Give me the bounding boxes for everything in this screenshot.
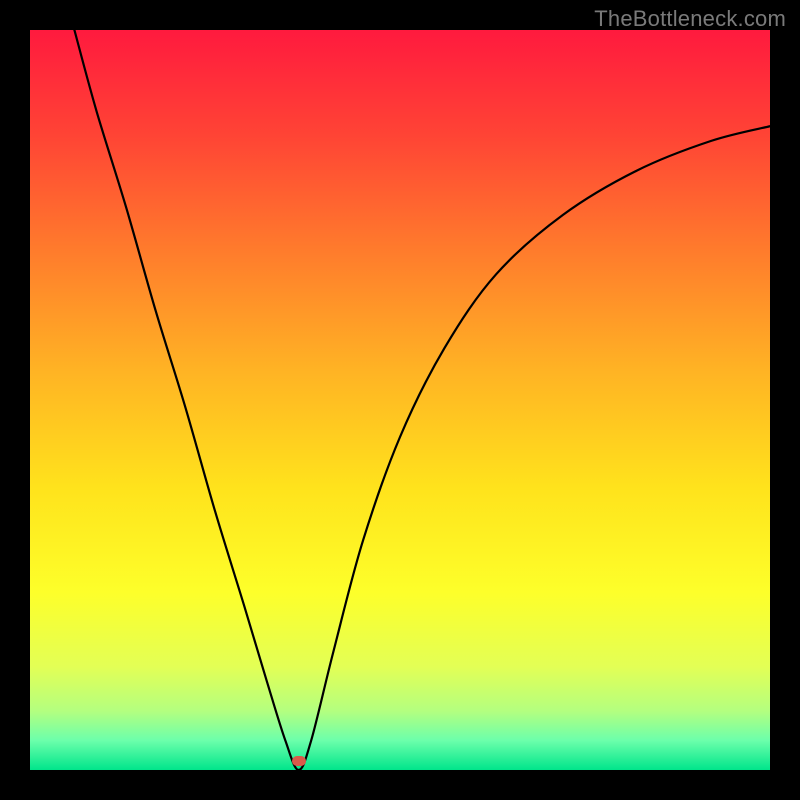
bottleneck-curve <box>74 30 770 770</box>
plot-area <box>30 30 770 770</box>
watermark-text: TheBottleneck.com <box>594 6 786 32</box>
curve-layer <box>30 30 770 770</box>
chart-frame: TheBottleneck.com <box>0 0 800 800</box>
minimum-marker <box>292 756 306 766</box>
